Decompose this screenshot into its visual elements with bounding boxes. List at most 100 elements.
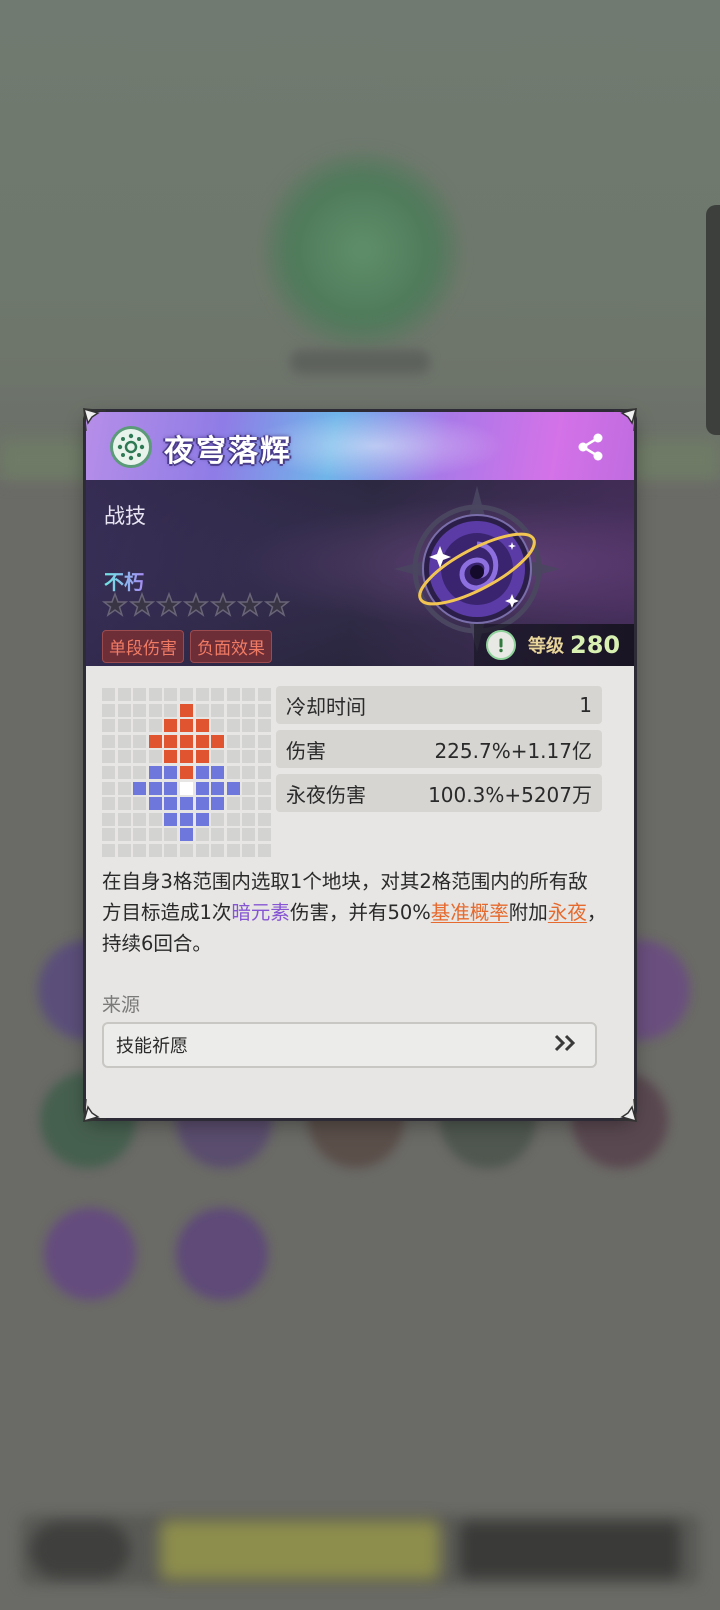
- range-cell: [195, 812, 209, 826]
- range-cell: [117, 719, 131, 733]
- range-cell: [179, 797, 193, 811]
- range-cell: [117, 734, 131, 748]
- range-cell: [211, 828, 225, 842]
- range-cell: [148, 828, 162, 842]
- range-cell: [242, 750, 256, 764]
- background-label: [290, 350, 430, 374]
- skill-type: 战技: [104, 504, 146, 528]
- corner-ornament-icon: [612, 407, 638, 433]
- skill-header: 战技 不朽 单段伤害 负面效果 等级 280: [86, 480, 634, 666]
- skill-detail-card: 夜穹落辉 战技 不朽 单段伤害 负面效果 等级 280 冷却时间 1 伤害 22…: [86, 412, 634, 1118]
- range-cell: [179, 750, 193, 764]
- stat-label: 冷却时间: [286, 694, 366, 719]
- eternal-night-link[interactable]: 永夜: [548, 901, 587, 924]
- range-cell: [179, 781, 193, 795]
- range-cell: [133, 765, 147, 779]
- range-cell: [257, 734, 271, 748]
- exclamation-icon[interactable]: [486, 630, 516, 660]
- range-cell: [148, 781, 162, 795]
- side-drawer-handle[interactable]: [706, 205, 720, 435]
- range-cell: [148, 703, 162, 717]
- star-rating: [101, 591, 291, 618]
- range-cell: [179, 703, 193, 717]
- range-cell: [117, 812, 131, 826]
- range-cell: [226, 719, 240, 733]
- range-cell: [242, 703, 256, 717]
- range-cell: [133, 688, 147, 701]
- range-cell: [133, 703, 147, 717]
- share-icon[interactable]: [574, 430, 608, 464]
- range-cell: [211, 781, 225, 795]
- star-icon: [236, 591, 264, 618]
- background-emblem: [262, 150, 462, 350]
- range-cell: [257, 781, 271, 795]
- skill-tag: 单段伤害: [102, 630, 184, 663]
- range-cell: [195, 719, 209, 733]
- range-cell: [179, 843, 193, 857]
- range-cell: [257, 703, 271, 717]
- desc-text: 附加: [508, 901, 548, 924]
- range-cell: [257, 719, 271, 733]
- corner-ornament-icon: [82, 407, 108, 433]
- range-cell: [117, 797, 131, 811]
- range-cell: [211, 797, 225, 811]
- range-cell: [164, 843, 178, 857]
- range-cell: [102, 734, 115, 748]
- range-cell: [117, 781, 131, 795]
- range-cell: [179, 812, 193, 826]
- corner-ornament-icon: [82, 1097, 108, 1123]
- range-cell: [195, 734, 209, 748]
- range-cell: [148, 734, 162, 748]
- range-cell: [242, 828, 256, 842]
- range-cell: [211, 750, 225, 764]
- corner-ornament-icon: [612, 1097, 638, 1123]
- range-cell: [102, 828, 115, 842]
- range-cell: [195, 765, 209, 779]
- background-button: [30, 1522, 130, 1578]
- range-cell: [148, 688, 162, 701]
- range-cell: [195, 703, 209, 717]
- range-cell: [164, 703, 178, 717]
- range-cell: [226, 781, 240, 795]
- range-cell: [102, 843, 115, 857]
- range-cell: [133, 734, 147, 748]
- stats-list: 冷却时间 1 伤害 225.7%+1.17亿 永夜伤害 100.3%+5207万: [276, 686, 602, 818]
- star-icon: [209, 591, 237, 618]
- range-cell: [164, 781, 178, 795]
- range-cell: [164, 688, 178, 701]
- range-cell: [242, 812, 256, 826]
- range-cell: [211, 765, 225, 779]
- range-cell: [226, 828, 240, 842]
- stat-value: 100.3%+5207万: [428, 782, 592, 807]
- range-cell: [226, 797, 240, 811]
- range-grid: [102, 688, 271, 857]
- source-button-label: 技能祈愿: [116, 1036, 188, 1057]
- range-cell: [211, 734, 225, 748]
- range-cell: [148, 812, 162, 826]
- range-cell: [164, 828, 178, 842]
- range-cell: [242, 765, 256, 779]
- range-cell: [102, 797, 115, 811]
- range-cell: [211, 688, 225, 701]
- range-cell: [211, 843, 225, 857]
- star-icon: [155, 591, 183, 618]
- range-cell: [117, 688, 131, 701]
- range-cell: [133, 828, 147, 842]
- background-button: [160, 1520, 440, 1580]
- range-cell: [102, 688, 115, 701]
- range-cell: [195, 688, 209, 701]
- range-cell: [179, 734, 193, 748]
- range-cell: [148, 750, 162, 764]
- range-cell: [242, 797, 256, 811]
- range-cell: [242, 781, 256, 795]
- range-cell: [117, 703, 131, 717]
- range-cell: [133, 812, 147, 826]
- skill-title: 夜穹落辉: [164, 434, 292, 469]
- source-button[interactable]: 技能祈愿: [102, 1022, 597, 1068]
- range-cell: [195, 797, 209, 811]
- star-icon: [128, 591, 156, 618]
- star-icon: [101, 591, 129, 618]
- range-cell: [195, 828, 209, 842]
- range-cell: [257, 797, 271, 811]
- base-chance-link[interactable]: 基准概率: [431, 901, 509, 924]
